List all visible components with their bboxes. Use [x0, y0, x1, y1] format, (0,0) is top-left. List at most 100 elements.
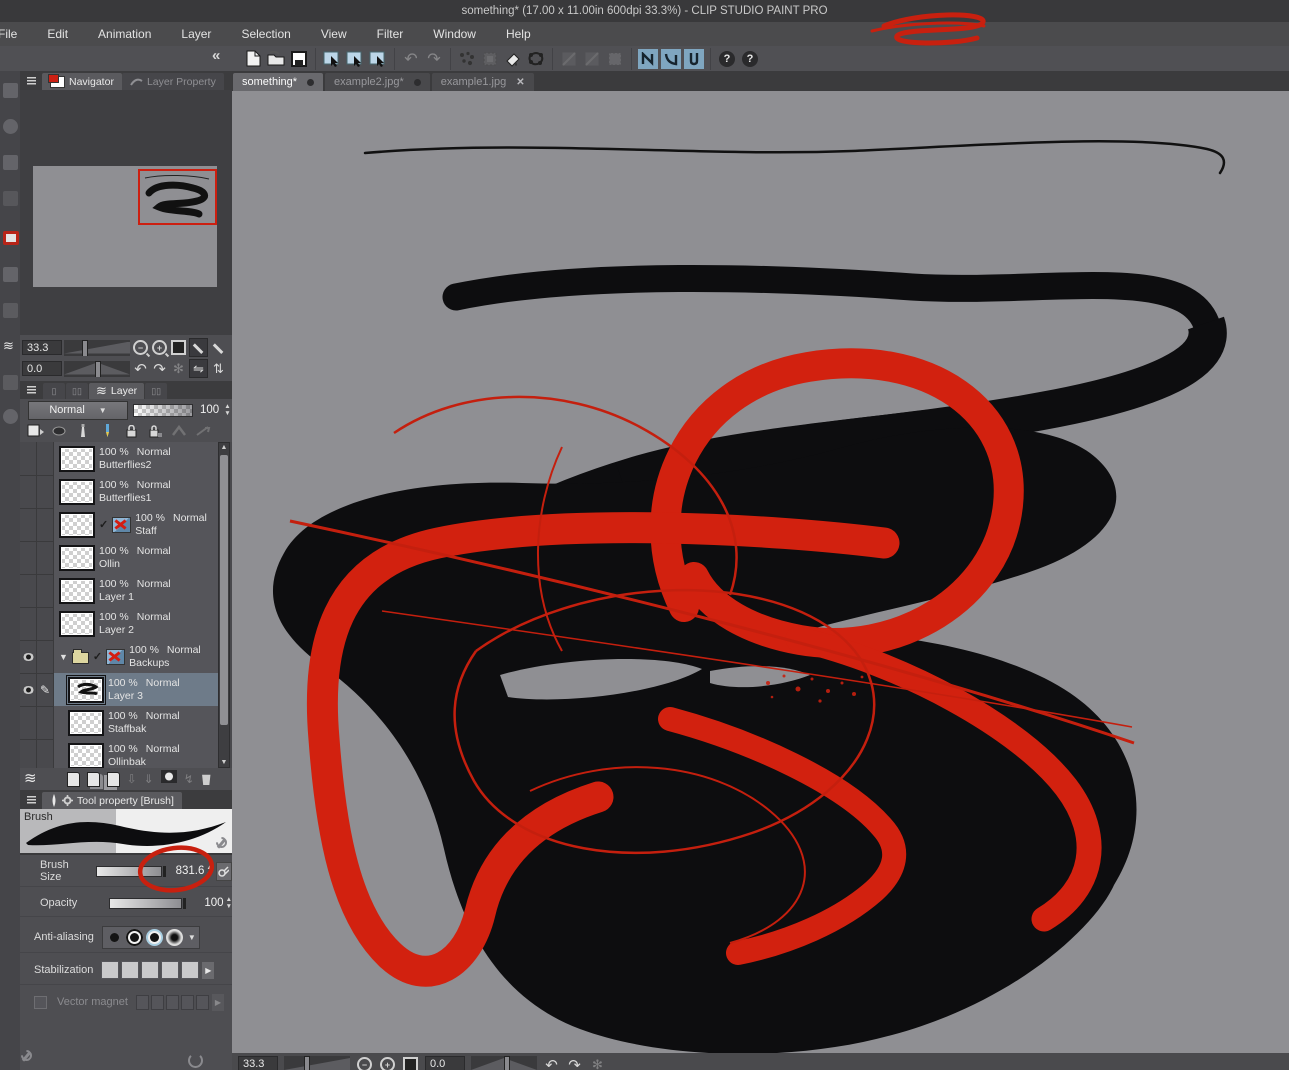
layer-row-staff[interactable]: ✓ 100 %Normal Staff [20, 508, 218, 542]
doc-tab-example2[interactable]: example2.jpg* [325, 73, 430, 91]
visibility-eye-icon[interactable] [23, 686, 34, 694]
rotate-slider[interactable] [64, 361, 130, 377]
redo-icon[interactable]: ↷ [424, 49, 444, 69]
reset-rotate-icon[interactable]: ✻ [170, 360, 187, 377]
navigator-view-rectangle[interactable] [138, 169, 217, 225]
lock-transparent-icon[interactable] [146, 423, 164, 439]
layer-row-butterflies2[interactable]: 100 %Normal Butterflies2 [20, 442, 218, 476]
tab-close-icon[interactable]: ✕ [516, 77, 524, 88]
delete-layer-icon[interactable] [201, 773, 212, 785]
status-zoom-out-icon[interactable]: − [356, 1056, 373, 1070]
clipping-icon[interactable] [26, 423, 44, 439]
duplicate-layer-icon[interactable] [107, 772, 120, 787]
brush-size-value[interactable]: 831.6 [176, 865, 205, 877]
snap-ruler-icon[interactable] [638, 49, 658, 69]
scroll-down-icon[interactable]: ▼ [219, 759, 229, 766]
canvas-area[interactable] [232, 91, 1289, 1053]
layer-thumbnail[interactable] [59, 545, 95, 571]
menu-layer[interactable]: Layer [166, 22, 226, 46]
ruler-2-icon[interactable] [582, 49, 602, 69]
doc-tab-example1[interactable]: example1.jpg ✕ [432, 73, 534, 91]
tool-opacity-slider[interactable] [109, 898, 182, 909]
mesh-transform-icon[interactable] [480, 49, 500, 69]
tab-layer-property[interactable]: Layer Property [122, 73, 224, 90]
layers-tool-icon[interactable]: ≋ [3, 339, 18, 354]
layer-thumbnail[interactable] [59, 578, 95, 604]
menu-filter[interactable]: Filter [362, 22, 419, 46]
vector-magnet-segments[interactable] [136, 995, 209, 1010]
stabilization-expand-icon[interactable]: ▶ [202, 962, 214, 979]
snap-grid-icon[interactable] [684, 49, 704, 69]
scrollbar-thumb[interactable] [220, 455, 228, 725]
layer-row-ollinbak[interactable]: 100 %Normal Ollinbak [20, 739, 218, 768]
help-icon[interactable]: ? [717, 49, 737, 69]
layer-mask-icon[interactable] [106, 649, 125, 665]
tab-modified-dot-icon[interactable] [307, 79, 314, 86]
navigator-preview[interactable] [20, 90, 232, 335]
rotate-right-icon[interactable]: ↷ [151, 360, 168, 377]
blend-mode-dropdown[interactable]: Normal▼ [28, 401, 128, 420]
tab-ink-3[interactable]: ▯▯ [145, 383, 167, 399]
reference-layer-icon[interactable] [50, 423, 68, 439]
chevron-down-icon[interactable]: ▼ [188, 933, 196, 942]
merge-down-icon[interactable]: ⇓ [144, 772, 154, 786]
flip-horizontal-icon[interactable]: ⇋ [189, 359, 208, 378]
object-select-1-icon[interactable] [322, 49, 342, 69]
layer-list-scrollbar[interactable]: ▲ ▼ [218, 442, 230, 768]
mask-checkmark-icon[interactable]: ✓ [99, 518, 108, 531]
status-fit-icon[interactable] [402, 1056, 419, 1070]
anti-aliasing-medium-icon[interactable] [146, 929, 163, 946]
tab-ink-1[interactable]: ▯ [43, 383, 65, 399]
status-zoom-slider[interactable] [284, 1056, 350, 1070]
layer-row-butterflies1[interactable]: 100 %Normal Butterflies1 [20, 475, 218, 509]
brush-size-options-icon[interactable] [216, 862, 232, 881]
tab-ink-2[interactable]: ▯▯ [66, 383, 88, 399]
new-folder-layer-icon[interactable] [87, 772, 100, 787]
zoom-tool-icon[interactable] [3, 119, 18, 134]
brush-size-slider[interactable] [96, 866, 161, 877]
layer-panel-menu-icon[interactable] [22, 383, 40, 397]
frame-select-icon[interactable] [605, 49, 625, 69]
open-file-icon[interactable] [266, 49, 286, 69]
ruler-1-icon[interactable] [559, 49, 579, 69]
layer-mask-create-icon[interactable] [161, 770, 177, 788]
frame-tool-icon[interactable] [3, 231, 19, 245]
status-rotate-right-icon[interactable]: ↷ [566, 1056, 583, 1070]
layer-row-ollin[interactable]: 100 %Normal Ollin [20, 541, 218, 575]
lighthouse-icon[interactable] [74, 423, 92, 439]
scroll-up-icon[interactable]: ▲ [219, 444, 229, 451]
reset-settings-icon[interactable] [188, 1053, 203, 1068]
draft-pen-icon[interactable] [98, 423, 116, 439]
transfer-down-icon[interactable]: ⇩ [127, 772, 137, 786]
new-document-icon[interactable] [243, 49, 263, 69]
layer-row-staffbak[interactable]: 100 %Normal Staffbak [20, 706, 218, 740]
panel-menu-icon[interactable] [22, 74, 40, 88]
rotate-value[interactable]: 0.0 [22, 361, 62, 376]
rotate-left-icon[interactable]: ↶ [132, 360, 149, 377]
undo-icon[interactable]: ↶ [401, 49, 421, 69]
layer-thumbnail[interactable] [68, 743, 104, 769]
stabilization-segments[interactable] [101, 961, 199, 979]
folder-disclosure-icon[interactable]: ▼ [59, 652, 68, 662]
scatter-select-icon[interactable] [457, 49, 477, 69]
toolbar-tool-icon[interactable] [3, 83, 18, 98]
zoom-out-icon[interactable]: − [132, 339, 149, 356]
actual-size-icon[interactable] [189, 338, 208, 357]
zoom-in-icon[interactable]: + [151, 339, 168, 356]
dot-tool-icon[interactable] [3, 375, 18, 390]
status-zoom-in-icon[interactable]: + [379, 1056, 396, 1070]
doc-tab-something[interactable]: something* [233, 73, 323, 91]
lock-icon[interactable] [122, 423, 140, 439]
apply-mask-icon[interactable]: ↯ [184, 772, 194, 786]
layer-opacity-value[interactable]: 100 [200, 404, 219, 416]
mask-enable-icon[interactable] [170, 423, 188, 439]
status-zoom-value[interactable]: 33.3 [238, 1056, 278, 1070]
menu-help[interactable]: Help [491, 22, 546, 46]
tab-navigator[interactable]: Navigator [42, 73, 122, 90]
layer-thumbnail[interactable] [68, 677, 104, 703]
help-2-icon[interactable]: ? [740, 49, 760, 69]
layer-thumbnail[interactable] [59, 446, 95, 472]
layer-row-layer1[interactable]: 100 %Normal Layer 1 [20, 574, 218, 608]
vector-magnet-expand-icon[interactable]: ▶ [212, 994, 224, 1011]
menu-view[interactable]: View [306, 22, 362, 46]
